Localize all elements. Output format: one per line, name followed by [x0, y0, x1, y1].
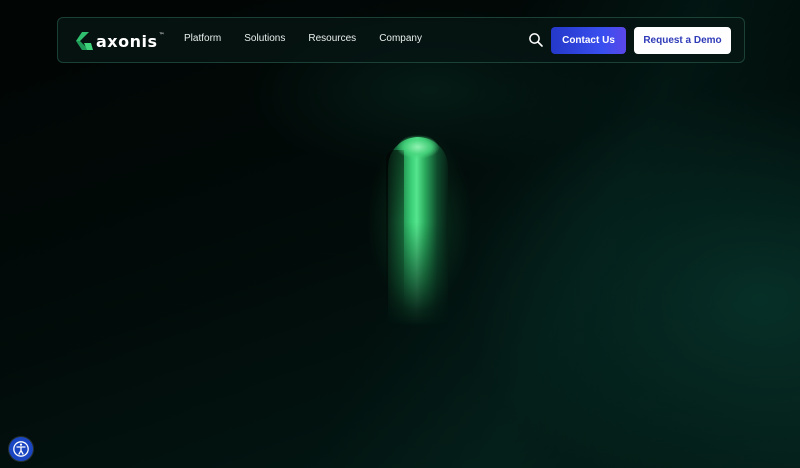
- primary-nav: Platform Solutions Resources Company: [184, 33, 445, 44]
- brand-logo[interactable]: axonis™: [72, 30, 165, 52]
- hero-background: [0, 0, 800, 468]
- nav-link-company[interactable]: Company: [379, 33, 422, 44]
- contact-us-button[interactable]: Contact Us: [551, 27, 626, 54]
- brand-wordmark: axonis™: [96, 31, 166, 51]
- search-icon: [529, 33, 543, 47]
- nav-link-resources[interactable]: Resources: [308, 33, 356, 44]
- top-navbar: axonis™ Platform Solutions Resources Com…: [57, 17, 745, 63]
- nav-link-platform[interactable]: Platform: [184, 33, 221, 44]
- nav-link-solutions[interactable]: Solutions: [244, 33, 285, 44]
- axonis-chevron-icon: [76, 32, 93, 50]
- accessibility-settings-icon: [13, 441, 29, 457]
- accessibility-button[interactable]: [9, 437, 33, 461]
- search-button[interactable]: [528, 32, 544, 48]
- request-demo-button[interactable]: Request a Demo: [634, 27, 731, 54]
- pillar-shadow: [386, 150, 404, 320]
